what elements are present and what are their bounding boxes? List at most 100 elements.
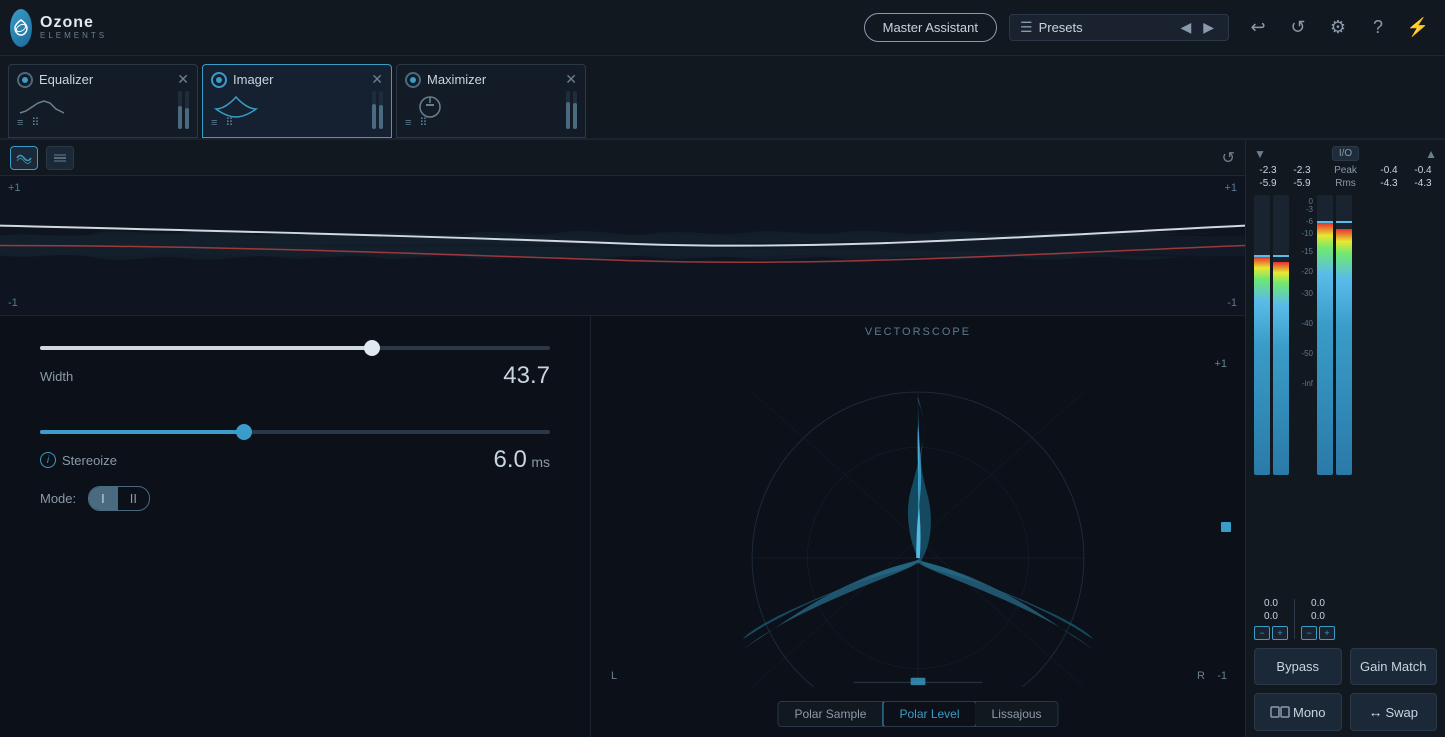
- maximizer-grid-icon: ⠿: [419, 116, 427, 129]
- help-button[interactable]: ?: [1361, 11, 1395, 45]
- gain-match-button[interactable]: Gain Match: [1350, 648, 1438, 685]
- right-meter-pair: [1317, 195, 1352, 475]
- stereoize-slider-track[interactable]: [40, 430, 550, 434]
- imager-faders: [372, 91, 383, 129]
- stereo-waveform: +1 +1 -1 -1: [0, 176, 1245, 316]
- lightning-button[interactable]: ⚡: [1401, 11, 1435, 45]
- maximizer-power-button[interactable]: [405, 72, 421, 88]
- redo-button[interactable]: ↺: [1281, 11, 1315, 45]
- meter-scale: 0 -3 -6 -10 -15 -20 -30 -40 -50 -inf: [1293, 195, 1313, 475]
- app-wrapper: Ozone ELEMENTS Master Assistant ☰ Preset…: [0, 0, 1445, 737]
- stereo-toolbar: ↺: [0, 140, 1245, 176]
- meter-up-arrow[interactable]: ▲: [1425, 147, 1437, 161]
- presets-area: ☰ Presets ◀ ▶: [1009, 14, 1229, 41]
- width-label-row: Width 43.7: [40, 362, 550, 390]
- eq-list-icon: ≡: [17, 117, 23, 129]
- right-trim-buttons: − +: [1301, 626, 1335, 640]
- eq-grid-icon: ⠿: [31, 116, 39, 129]
- presets-prev-button[interactable]: ◀: [1176, 19, 1195, 36]
- maximizer-list-icon: ≡: [405, 117, 411, 129]
- vectorscope-tabs: Polar Sample Polar Level Lissajous: [777, 701, 1058, 727]
- left-meter-2-fill: [1273, 262, 1289, 475]
- eq-power-dot: [22, 77, 28, 83]
- peak-label: Peak: [1328, 165, 1364, 176]
- stereoize-label-row: i Stereoize 6.0 ms: [40, 446, 550, 474]
- mode-buttons: I II: [88, 486, 150, 511]
- imager-close-button[interactable]: ✕: [371, 71, 383, 88]
- vs-tab-lissajous[interactable]: Lissajous: [976, 702, 1058, 726]
- maximizer-close-button[interactable]: ✕: [565, 71, 577, 88]
- left-trim-plus[interactable]: +: [1272, 626, 1288, 640]
- content-area: ↺ +1 +1 -1 -1: [0, 140, 1445, 737]
- master-assistant-button[interactable]: Master Assistant: [864, 13, 997, 42]
- mode-btn-2[interactable]: II: [118, 487, 149, 510]
- stereoize-unit: ms: [531, 454, 550, 470]
- presets-nav: ◀ ▶: [1176, 19, 1218, 36]
- mode-label: Mode:: [40, 491, 76, 506]
- left-meter-2: [1273, 195, 1289, 475]
- right-trim-col: 0.0 0.0 − +: [1301, 598, 1335, 640]
- eq-name: Equalizer: [39, 72, 93, 87]
- bottom-section: Width 43.7: [0, 316, 1245, 737]
- left-peak-1: -2.3: [1254, 165, 1282, 176]
- bottom-buttons: Bypass Gain Match Mono: [1254, 640, 1437, 731]
- meter-arrows-left: ▼: [1254, 147, 1266, 161]
- stereoize-info-icon[interactable]: i: [40, 452, 56, 468]
- imager-power-button[interactable]: [211, 72, 227, 88]
- module-tab-imager[interactable]: Imager ✕ ≡ ⠿: [202, 64, 392, 138]
- undo-button[interactable]: ↩: [1241, 11, 1275, 45]
- module-tab-maximizer[interactable]: Maximizer ✕ ≡ ⠿: [396, 64, 586, 138]
- controls-panel: Width 43.7: [0, 316, 590, 737]
- right-rms-1: -4.3: [1375, 178, 1403, 189]
- eq-faders: [178, 91, 189, 129]
- settings-button[interactable]: ⚙: [1321, 11, 1355, 45]
- mode-btn-1[interactable]: I: [89, 487, 117, 510]
- left-peak-2: -2.3: [1288, 165, 1316, 176]
- swap-icon: ↔ Swap: [1368, 704, 1418, 720]
- right-trim-val-2: 0.0: [1311, 611, 1325, 622]
- app-title: Ozone: [40, 14, 107, 32]
- peak-vals-right: -0.4 -0.4: [1364, 165, 1438, 176]
- stereo-refresh-button[interactable]: ↺: [1222, 148, 1235, 168]
- left-rms-2: -5.9: [1288, 178, 1316, 189]
- right-trim-minus[interactable]: −: [1301, 626, 1317, 640]
- eq-close-button[interactable]: ✕: [177, 71, 189, 88]
- left-trim-minus[interactable]: −: [1254, 626, 1270, 640]
- bypass-button[interactable]: Bypass: [1254, 648, 1342, 685]
- stereoize-value: 6.0: [494, 446, 527, 473]
- stereo-view-btn1[interactable]: [10, 146, 38, 170]
- width-slider-track[interactable]: [40, 346, 550, 350]
- vs-tab-polar-level[interactable]: Polar Level: [882, 701, 976, 727]
- mono-button[interactable]: Mono: [1254, 693, 1342, 731]
- width-value: 43.7: [503, 362, 550, 389]
- ozone-logo-icon: [10, 9, 32, 47]
- right-meter-2: [1336, 195, 1352, 475]
- meter-down-arrow[interactable]: ▼: [1254, 147, 1266, 161]
- right-trim-val-1: 0.0: [1311, 598, 1325, 609]
- left-trim-val-1: 0.0: [1264, 598, 1278, 609]
- swap-button[interactable]: ↔ Swap: [1350, 693, 1438, 731]
- right-trim-plus[interactable]: +: [1319, 626, 1335, 640]
- imager-list-icon: ≡: [211, 117, 217, 129]
- left-rms-1: -5.9: [1254, 178, 1282, 189]
- left-meter-1-notch: [1254, 255, 1270, 257]
- app-subtitle: ELEMENTS: [40, 32, 107, 41]
- module-tab-equalizer[interactable]: Equalizer ✕ ≡ ⠿: [8, 64, 198, 138]
- imager-grid-icon: ⠿: [225, 116, 233, 129]
- mode-section: Mode: I II: [40, 486, 550, 511]
- logo-text: Ozone ELEMENTS: [40, 14, 107, 40]
- imager-power-dot: [216, 77, 222, 83]
- maximizer-name: Maximizer: [427, 72, 486, 87]
- left-meter-pair: [1254, 195, 1289, 475]
- stereoize-control-row: i Stereoize 6.0 ms Mode: I: [40, 430, 550, 511]
- presets-icon: ☰: [1020, 19, 1033, 36]
- presets-next-button[interactable]: ▶: [1199, 19, 1218, 36]
- rms-vals-right: -4.3 -4.3: [1364, 178, 1438, 189]
- stereo-view-btn2[interactable]: [46, 146, 74, 170]
- right-peak-1: -0.4: [1375, 165, 1403, 176]
- stereo-waveform-svg: [0, 176, 1245, 315]
- eq-power-button[interactable]: [17, 72, 33, 88]
- module-header-imager: Imager ✕: [211, 71, 383, 88]
- vs-tab-polar-sample[interactable]: Polar Sample: [778, 702, 883, 726]
- right-meter-2-fill: [1336, 229, 1352, 475]
